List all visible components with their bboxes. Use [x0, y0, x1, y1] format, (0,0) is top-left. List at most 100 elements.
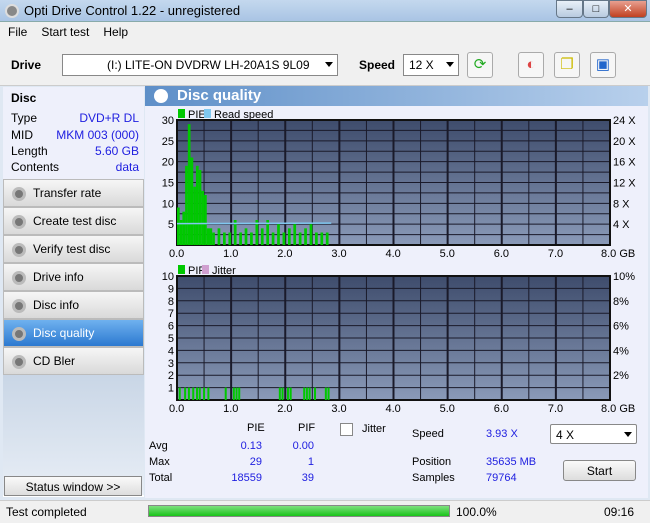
stat-pif-value: 39 — [301, 472, 314, 484]
y-tick-label: 6 — [168, 321, 174, 333]
pie-bar — [271, 232, 275, 245]
col-pif: PIF — [298, 422, 316, 434]
pie-bar — [298, 232, 302, 245]
pif-bar — [281, 387, 284, 400]
stat-row-label: Total — [149, 472, 173, 484]
pie-bar — [287, 228, 291, 245]
pif-bar — [305, 387, 308, 400]
pie-bar — [177, 207, 180, 245]
pif-bar — [198, 387, 201, 400]
position-value: 35635 MB — [486, 456, 537, 468]
pif-bar — [314, 387, 317, 400]
x-tick-label: 3.0 — [331, 248, 346, 260]
pif-bar — [224, 387, 227, 400]
pie-bar — [201, 190, 205, 245]
charts: PIE Read speed 0.0 1.0 2.0 3.0 4.0 5.0 6.0 7.0 8.0… — [162, 109, 636, 415]
pie-bar — [309, 224, 313, 245]
pie-bar — [209, 228, 213, 245]
pie-bar — [217, 228, 221, 245]
x-tick-label: 6.0 — [494, 248, 509, 260]
jitter-checkbox[interactable] — [340, 423, 353, 436]
pie-bar — [277, 224, 280, 245]
start-button[interactable]: Start — [563, 460, 636, 481]
y-tick-label: 3 — [168, 358, 174, 370]
pif-bar — [207, 387, 210, 400]
x-tick-label: 7.0 — [548, 248, 563, 260]
pif-bar — [192, 387, 195, 400]
y2-tick-label: 12 X — [613, 178, 636, 190]
pif-bar — [289, 387, 292, 400]
y2-tick-label: 8% — [613, 296, 629, 308]
pie-bar — [195, 165, 199, 245]
status-window-button[interactable]: Status window >> — [4, 476, 142, 496]
pif-bar — [303, 387, 306, 400]
pie-bar — [198, 170, 202, 245]
legend-label: Jitter — [212, 265, 236, 277]
legend-label: Read speed — [214, 109, 273, 121]
y-tick-label: 10 — [162, 198, 174, 210]
samples-label: Samples — [412, 472, 455, 484]
y2-tick-label: 10% — [613, 271, 635, 283]
y-tick-label: 8 — [168, 296, 174, 308]
pif-bar — [178, 387, 181, 400]
pie-bar — [325, 232, 329, 245]
pie-bar — [320, 232, 324, 245]
progress-text: 100.0% — [456, 505, 497, 519]
x-tick-label: 3.0 — [331, 403, 346, 415]
legend-label: PIE — [188, 109, 206, 121]
stat-pif-value: 1 — [307, 456, 314, 468]
stat-pie-value: 18559 — [231, 472, 262, 484]
x-tick-label: 6.0 — [494, 403, 509, 415]
pie-bar — [293, 224, 297, 245]
pif-bar — [232, 387, 235, 400]
jitter-label: Jitter — [362, 423, 386, 435]
test-speed-select[interactable]: 4 X — [550, 424, 637, 444]
pif-bar — [184, 387, 187, 400]
y2-tick-label: 16 X — [613, 157, 636, 169]
pif-bar — [327, 387, 330, 400]
pie-bar — [244, 228, 248, 245]
pie-bar — [228, 232, 232, 245]
pif-bar — [286, 387, 289, 400]
y-tick-label: 10 — [162, 271, 174, 283]
y-tick-label: 30 — [162, 115, 174, 127]
x-tick-label: 0.0 — [169, 403, 184, 415]
pie-bar — [239, 232, 242, 245]
x-tick-label: 2.0 — [277, 248, 292, 260]
pie-bar — [182, 211, 186, 245]
pif-bar — [196, 387, 199, 400]
pie-bar — [260, 228, 264, 245]
y-tick-label: 15 — [162, 178, 174, 190]
x-tick-label: 4.0 — [386, 403, 401, 415]
y-tick-label: 7 — [168, 308, 174, 320]
y2-tick-label: 20 X — [613, 136, 636, 148]
stat-pie-value: 29 — [249, 456, 262, 468]
samples-value: 79764 — [486, 472, 517, 484]
status-text: Test completed — [6, 505, 87, 519]
x-tick-label: 4.0 — [386, 248, 401, 260]
stat-pif-value: 0.00 — [292, 440, 314, 452]
x-tick-label: 5.0 — [440, 403, 455, 415]
x-tick-label: 1.0 — [223, 248, 238, 260]
stat-row-label: Avg — [149, 440, 168, 452]
legend-swatch — [178, 265, 185, 274]
pie-bar — [185, 165, 188, 245]
y-tick-label: 4 — [168, 345, 174, 357]
pie-bar — [212, 232, 215, 245]
chevron-down-icon — [624, 432, 632, 437]
pif-bar — [187, 387, 190, 400]
y2-tick-label: 8 X — [613, 198, 630, 210]
y2-tick-label: 2% — [613, 370, 629, 382]
y-tick-label: 9 — [168, 283, 174, 295]
y-tick-label: 2 — [168, 370, 174, 382]
pie-bar — [282, 232, 286, 245]
pie-bar — [190, 157, 194, 245]
pif-bar — [235, 387, 238, 400]
col-pie: PIE — [247, 422, 265, 434]
pie-bar — [223, 232, 226, 245]
read-speed-line — [176, 222, 332, 225]
x-tick-label: 0.0 — [169, 248, 184, 260]
x-tick-label: 5.0 — [440, 248, 455, 260]
speed-stat-label: Speed — [412, 428, 444, 440]
legend-swatch — [178, 109, 185, 118]
